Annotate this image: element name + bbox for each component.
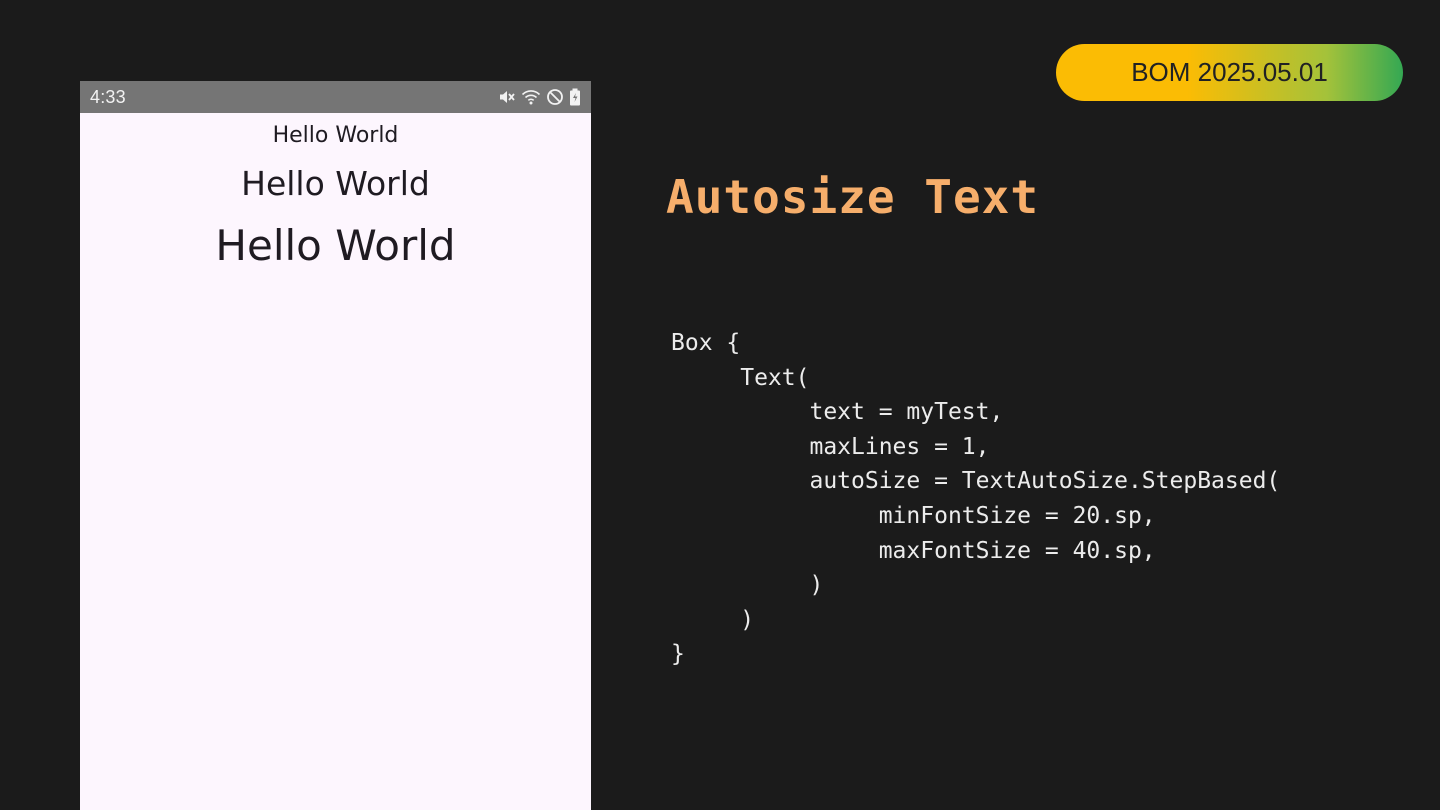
code-block: Box { Text( text = myTest, maxLines = 1,… xyxy=(671,326,1280,672)
code-line: } xyxy=(671,641,685,668)
mute-icon xyxy=(498,88,516,106)
code-line: autoSize = TextAutoSize.StepBased( xyxy=(671,468,1281,495)
status-time: 4:33 xyxy=(90,86,126,107)
status-icons xyxy=(498,88,581,106)
code-line: text = myTest, xyxy=(671,399,1004,426)
code-line: maxLines = 1, xyxy=(671,433,990,460)
hello-world-medium: Hello World xyxy=(241,164,430,203)
bom-version-label: BOM 2025.05.01 xyxy=(1131,57,1328,87)
hello-world-large: Hello World xyxy=(215,221,456,270)
code-line: maxFontSize = 40.sp, xyxy=(671,537,1156,564)
wifi-icon xyxy=(521,88,541,106)
code-line: ) xyxy=(671,606,755,633)
code-line: ) xyxy=(671,572,824,599)
battery-charging-icon xyxy=(569,88,581,106)
phone-screen: 4:33 Hello World Hello World Hello World xyxy=(80,81,591,810)
hello-world-small: Hello World xyxy=(272,123,399,148)
bom-version-badge: BOM 2025.05.01 xyxy=(1056,44,1403,101)
code-line: minFontSize = 20.sp, xyxy=(671,502,1156,529)
code-line: Box { xyxy=(671,330,741,356)
slide-title: Autosize Text xyxy=(666,170,1040,224)
do-not-disturb-icon xyxy=(546,88,564,106)
code-line: Text( xyxy=(671,364,810,391)
status-bar: 4:33 xyxy=(80,81,591,113)
